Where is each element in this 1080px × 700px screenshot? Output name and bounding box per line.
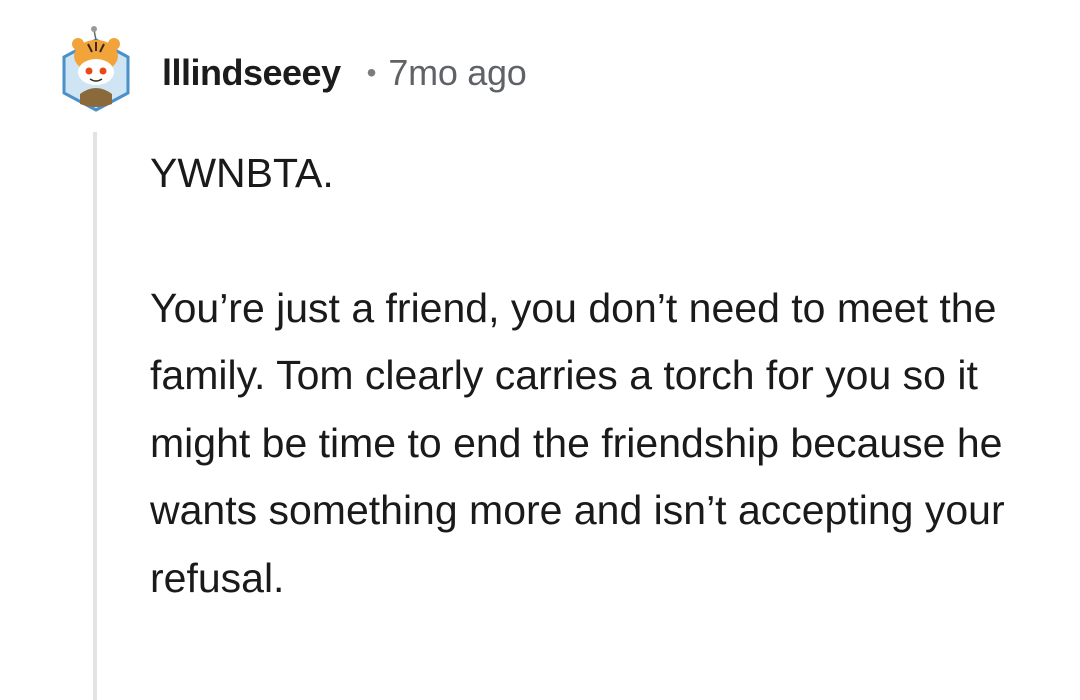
comment-paragraph: You’re just a friend, you don’t need to … bbox=[150, 284, 1005, 601]
comment: lllindseeey • 7mo ago YWNBTA. You’re jus… bbox=[0, 0, 1080, 700]
timestamp[interactable]: 7mo ago bbox=[388, 52, 526, 94]
username-link[interactable]: lllindseeey bbox=[162, 52, 341, 94]
thread-collapse-line[interactable] bbox=[93, 132, 97, 700]
comment-paragraph: YWNBTA. bbox=[150, 150, 334, 196]
comment-body: YWNBTA. You’re just a friend, you don’t … bbox=[150, 140, 1050, 612]
avatar[interactable] bbox=[58, 24, 134, 112]
snoo-tiger-avatar-icon bbox=[62, 26, 130, 112]
separator-dot: • bbox=[366, 57, 377, 88]
comment-header: lllindseeey • 7mo ago bbox=[162, 48, 527, 98]
